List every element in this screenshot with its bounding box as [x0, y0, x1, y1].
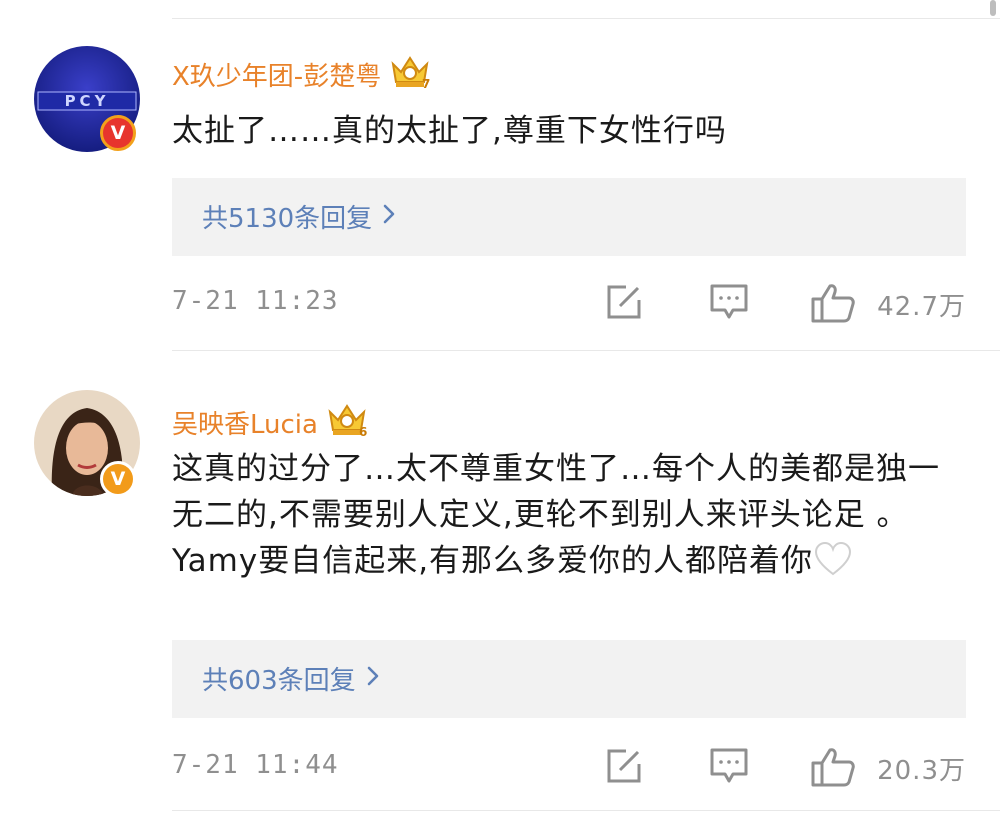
reply-box[interactable]: 共603条回复	[172, 640, 966, 718]
view-replies-link[interactable]: 共5130条回复	[202, 198, 396, 235]
reply-box[interactable]: 共5130条回复	[172, 178, 966, 256]
divider	[172, 350, 1000, 351]
like-icon[interactable]	[810, 282, 856, 328]
like-icon[interactable]	[810, 746, 856, 792]
divider	[172, 810, 1000, 811]
comment-icon[interactable]	[708, 282, 750, 326]
verified-badge-icon: V	[100, 461, 136, 497]
reply-count-label: 共603条回复	[202, 666, 356, 696]
vip-crown-icon: 6	[326, 402, 368, 442]
share-icon[interactable]	[604, 746, 644, 790]
avatar-logo-text: PCY	[65, 92, 110, 110]
timestamp: 7-21 11:23	[172, 286, 339, 316]
vip-crown-icon: 7	[389, 54, 431, 94]
reply-count-label: 共5130条回复	[202, 204, 373, 234]
comment-text: 这真的过分了…太不尊重女性了…每个人的美都是独一无二的,不需要别人定义,更轮不到…	[172, 446, 962, 590]
username[interactable]: 吴映香Lucia	[172, 404, 318, 441]
chevron-right-icon	[382, 202, 396, 232]
comment-icon[interactable]	[708, 746, 750, 790]
comment-text: 太扯了……真的太扯了,尊重下女性行吗	[172, 113, 727, 149]
scrollbar[interactable]	[990, 0, 996, 16]
divider	[172, 18, 1000, 19]
like-count: 20.3万	[877, 756, 966, 786]
view-replies-link[interactable]: 共603条回复	[202, 660, 380, 697]
timestamp: 7-21 11:44	[172, 750, 339, 780]
svg-text:6: 6	[359, 425, 367, 438]
username[interactable]: X玖少年团-彭楚粤	[172, 56, 381, 93]
verified-badge-icon: V	[100, 115, 136, 151]
like-count: 42.7万	[877, 292, 966, 322]
white-heart-icon	[813, 541, 853, 590]
share-icon[interactable]	[604, 282, 644, 326]
chevron-right-icon	[366, 664, 380, 694]
svg-text:7: 7	[422, 77, 430, 90]
